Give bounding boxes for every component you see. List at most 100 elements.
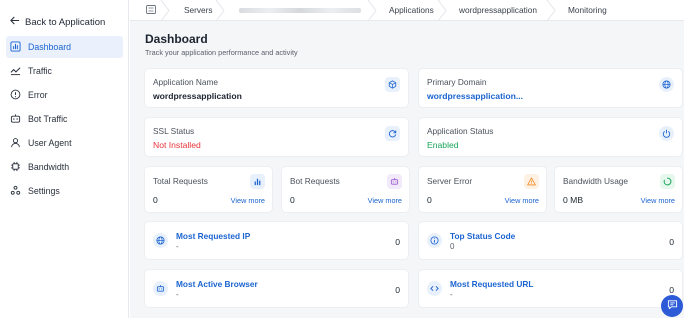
row-title: Most Requested URL [450,279,534,289]
sidebar-item-bandwidth[interactable]: Bandwidth [6,156,123,178]
row-count: 0 [395,285,400,295]
sidebar-item-label: User Agent [28,138,72,148]
chat-icon [667,297,678,315]
sidebar-item-label: Dashboard [28,42,72,52]
card-label: Application Name [153,77,219,87]
info-icon [427,233,442,248]
sidebar-item-error[interactable]: Error [6,84,123,106]
robot-icon [10,113,21,126]
row-value: - [450,290,453,299]
settings-icon [10,185,21,198]
user-icon [10,137,21,150]
card-label: Application Status [427,126,494,136]
breadcrumb-home[interactable] [130,0,170,21]
breadcrumb-applications[interactable]: Applications [377,0,447,21]
ssl-status-value: Not Installed [153,140,201,150]
view-more-link[interactable]: View more [231,196,265,205]
row-value: - [176,290,179,299]
primary-domain-card: Primary Domain wordpressapplication... [419,69,682,107]
bar-chart-icon [10,40,21,54]
row-count: 0 [669,285,674,295]
card-label: Total Requests [153,176,208,186]
card-label: Server Error [427,176,473,186]
circle-progress-icon [660,174,675,189]
refresh-icon [385,126,400,141]
row-value: 0 [450,242,455,251]
breadcrumb-separator [437,0,447,21]
breadcrumb-server-name[interactable] [225,0,377,21]
main-content: Servers Applications wordpressapplicatio… [130,0,684,318]
arrow-left-icon [9,15,20,29]
sidebar-item-label: Error [28,90,48,100]
most-active-browser-card[interactable]: Most Active Browser - 0 [145,270,408,307]
breadcrumb-label: wordpressapplication [459,5,537,15]
chip-icon [10,161,21,174]
view-more-link[interactable]: View more [641,196,675,205]
card-label: Primary Domain [427,77,487,87]
globe-icon [659,77,674,92]
server-error-card: Server Error 0 View more [419,167,546,212]
sidebar: Back to Application Dashboard Traffic Er… [0,0,129,318]
bandwidth-usage-value: 0 MB [563,195,584,205]
code-icon [427,281,442,296]
sidebar-item-traffic[interactable]: Traffic [6,60,123,82]
application-name-card: Application Name wordpressapplication [145,69,408,107]
breadcrumb-separator [546,0,556,21]
total-requests-card: Total Requests 0 View more [145,167,272,212]
row-title: Top Status Code [450,231,516,241]
breadcrumb-separator [367,0,377,21]
primary-domain-link[interactable]: wordpressapplication... [427,91,523,101]
sidebar-item-settings[interactable]: Settings [6,180,123,202]
row-count: 0 [395,237,400,247]
breadcrumb-monitoring: Monitoring [556,0,621,21]
view-more-link[interactable]: View more [505,196,539,205]
power-icon [659,126,674,141]
sidebar-item-user-agent[interactable]: User Agent [6,132,123,154]
warning-icon [524,174,539,189]
bandwidth-usage-card: Bandwidth Usage 0 MB View more [555,167,682,212]
row-count: 0 [669,237,674,247]
redacted-server-name [239,7,361,13]
back-label: Back to Application [25,16,106,28]
row-title: Most Active Browser [176,279,258,289]
sidebar-item-label: Traffic [28,66,52,76]
total-requests-value: 0 [153,195,158,205]
row-value: - [176,242,179,251]
breadcrumb-label: Servers [184,5,213,15]
cube-icon [385,77,400,92]
page-title: Dashboard [145,32,208,46]
breadcrumb-label: Monitoring [568,5,607,15]
sidebar-item-label: Bot Traffic [28,114,68,124]
breadcrumb: Servers Applications wordpressapplicatio… [130,0,684,21]
card-label: Bot Requests [290,176,340,186]
bot-requests-card: Bot Requests 0 View more [282,167,409,212]
server-error-value: 0 [427,195,432,205]
sidebar-item-bot-traffic[interactable]: Bot Traffic [6,108,123,130]
back-to-application-link[interactable]: Back to Application [9,15,105,29]
chat-support-button[interactable] [661,295,683,317]
list-icon [146,4,156,16]
sidebar-item-label: Bandwidth [28,162,70,172]
breadcrumb-separator [215,0,225,21]
trend-icon [10,65,21,78]
robot-icon [387,174,402,189]
most-requested-ip-card[interactable]: Most Requested IP - 0 [145,222,408,259]
breadcrumb-application[interactable]: wordpressapplication [447,0,556,21]
sidebar-item-dashboard[interactable]: Dashboard [6,36,123,58]
globe-icon [153,233,168,248]
ssl-status-card: SSL Status Not Installed [145,118,408,156]
sidebar-item-label: Settings [28,186,60,196]
top-status-code-card[interactable]: Top Status Code 0 0 [419,222,682,259]
bot-requests-value: 0 [290,195,295,205]
breadcrumb-servers[interactable]: Servers [170,0,225,21]
card-label: Bandwidth Usage [563,176,629,186]
application-status-value: Enabled [427,140,459,150]
breadcrumb-label: Applications [389,5,434,15]
alert-circle-icon [10,89,21,102]
breadcrumb-separator [160,0,170,21]
most-requested-url-card[interactable]: Most Requested URL - 0 [419,270,682,307]
robot-icon [153,281,168,296]
bar-chart-icon [250,174,265,189]
application-name-value: wordpressapplication [153,91,242,101]
view-more-link[interactable]: View more [368,196,402,205]
